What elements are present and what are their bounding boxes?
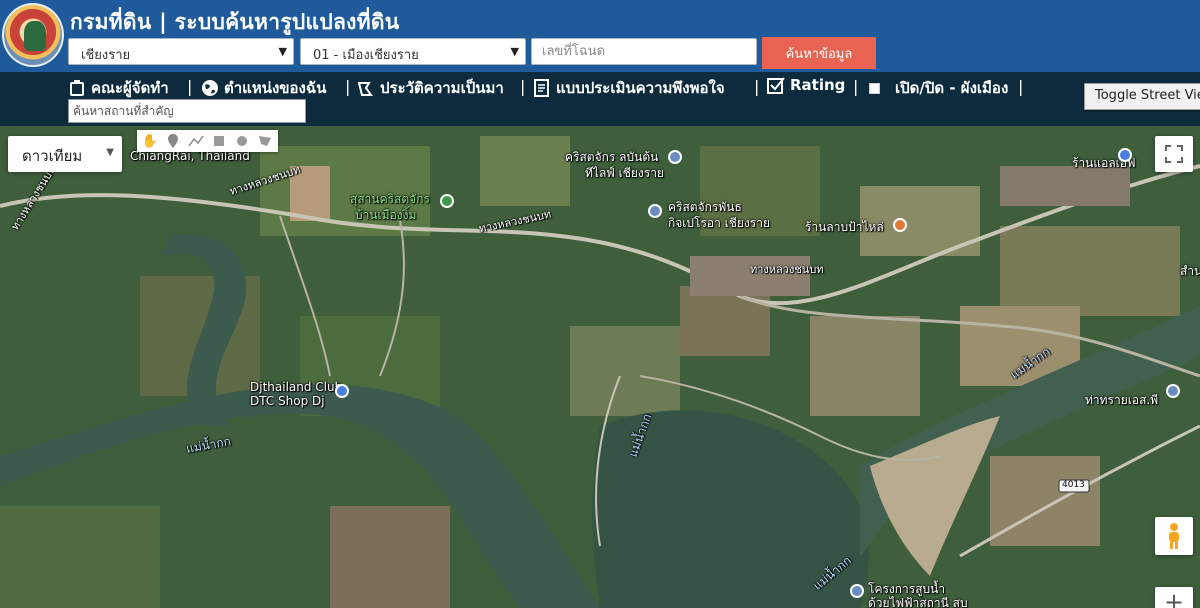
nav-separator: | <box>853 77 859 96</box>
district-select-value: 01 - เมืองเชียงราย <box>313 48 419 63</box>
hand-pan-icon[interactable]: ✋ <box>140 132 160 150</box>
globe-icon <box>201 79 219 97</box>
chevron-down-icon: ▼ <box>106 147 114 158</box>
province-select-value: เชียงราย <box>81 48 131 63</box>
circle-icon[interactable] <box>232 132 252 150</box>
map-label: ด้วยไฟฟ้าสถานี สบ <box>868 596 968 608</box>
nav-separator: | <box>345 77 351 96</box>
nav-separator: | <box>520 77 526 96</box>
street-view-pegman[interactable] <box>1155 517 1193 555</box>
chevron-down-icon: ▼ <box>278 45 287 58</box>
nav-item-label: Rating <box>790 76 846 94</box>
search-button[interactable]: ค้นหาข้อมูล <box>762 37 876 69</box>
map-label: สำน <box>1180 264 1200 278</box>
rectangle-icon[interactable] <box>209 132 229 150</box>
restaurant-pin-icon[interactable] <box>893 218 907 232</box>
map-label: ร้านลาบป้าไหล่ <box>805 220 884 234</box>
survey-icon <box>533 79 551 97</box>
polygon-icon[interactable] <box>255 132 275 150</box>
pegman-icon <box>1169 523 1179 549</box>
church-pin-icon[interactable] <box>668 150 682 164</box>
map-label: ทีไลฟ์ เชียงราย <box>585 166 664 180</box>
history-icon <box>357 79 375 97</box>
map-label: Djthailand Club. <box>250 380 347 394</box>
nav-item-label: ประวัติความเป็นมา <box>380 79 504 97</box>
map-label: ท่าทรายเอส.พี <box>1085 393 1159 407</box>
cemetery-pin-icon[interactable] <box>440 194 454 208</box>
place-pin-icon[interactable] <box>1166 384 1180 398</box>
nav-item-city-plan-toggle[interactable]: เปิด/ปิด - ผังเมือง <box>869 76 1008 100</box>
drawing-toolbar: ✋ <box>137 130 278 152</box>
nav-separator: | <box>754 77 760 96</box>
map-label: DTC Shop Dj <box>250 394 325 408</box>
road-label: ทางหลวงชนบท <box>750 263 824 276</box>
top-header: กรมที่ดิน | ระบบค้นหารูปแปลงที่ดิน เชียง… <box>0 0 1200 72</box>
province-select[interactable]: เชียงราย ▼ <box>68 38 294 65</box>
nav-item-my-location[interactable]: ตำแหน่งของฉัน <box>201 76 326 100</box>
place-pin-icon[interactable] <box>850 584 864 598</box>
nav-separator: | <box>1018 77 1024 96</box>
toggle-street-view-button[interactable]: Toggle Street View <box>1084 83 1200 110</box>
nav-separator: | <box>187 77 193 96</box>
page-title: กรมที่ดิน | ระบบค้นหารูปแปลงที่ดิน <box>70 10 400 34</box>
team-icon <box>68 79 86 97</box>
map-type-select[interactable]: ดาวเทียม ▼ <box>8 136 122 172</box>
church-pin-icon[interactable] <box>648 204 662 218</box>
district-select[interactable]: 01 - เมืองเชียงราย ▼ <box>300 38 526 65</box>
map-label: กิจเปโรอา เชียงราย <box>668 216 771 230</box>
nav-item-team[interactable]: คณะผู้จัดทำ <box>68 76 169 100</box>
chevron-down-icon: ▼ <box>510 45 519 58</box>
fullscreen-icon <box>1165 145 1183 163</box>
deed-number-input[interactable] <box>531 38 757 65</box>
nav-item-label: คณะผู้จัดทำ <box>91 79 169 97</box>
checkbox-icon <box>767 76 785 94</box>
marker-icon[interactable] <box>163 132 183 150</box>
route-shield: 4013 <box>1062 480 1085 490</box>
nav-item-rating[interactable]: Rating <box>767 76 845 94</box>
map-type-value: ดาวเทียม <box>22 147 83 165</box>
polyline-icon[interactable] <box>186 132 206 150</box>
satellite-map[interactable]: ChiangRai, Thailand สุสานคริสตจักร บ้านเ… <box>0 126 1200 608</box>
map-label: บ้านเมืองงิ้ม <box>355 208 417 222</box>
city-plan-checkbox[interactable] <box>869 82 880 94</box>
nav-item-survey[interactable]: แบบประเมินความพึงพอใจ <box>533 76 725 100</box>
fullscreen-button[interactable] <box>1155 136 1193 172</box>
shop-pin-icon[interactable] <box>1118 148 1132 162</box>
nav-item-label: ตำแหน่งของฉัน <box>224 79 327 97</box>
place-search-input[interactable] <box>68 99 306 123</box>
shop-pin-icon[interactable] <box>335 384 349 398</box>
nav-item-label: แบบประเมินความพึงพอใจ <box>556 79 725 97</box>
nav-item-history[interactable]: ประวัติความเป็นมา <box>357 76 504 100</box>
zoom-in-button[interactable]: + <box>1155 587 1193 608</box>
department-seal-logo <box>2 3 64 67</box>
nav-item-label: เปิด/ปิด - ผังเมือง <box>895 79 1009 97</box>
